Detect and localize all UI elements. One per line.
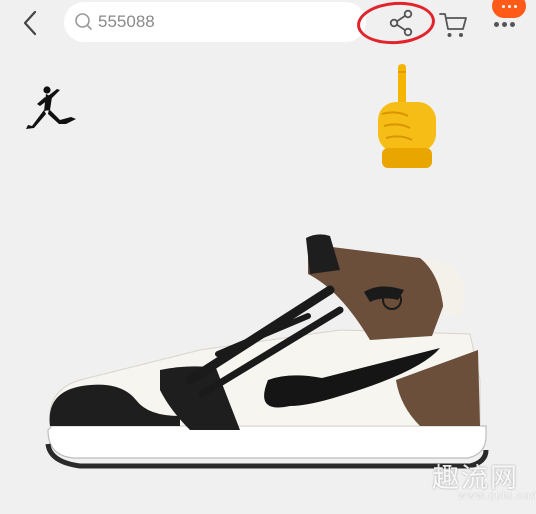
shopping-cart-icon — [439, 13, 467, 37]
pointing-down-hand — [378, 64, 436, 168]
cart-button[interactable] — [436, 10, 470, 40]
more-menu-button[interactable] — [488, 0, 528, 30]
search-icon — [75, 13, 92, 30]
share-highlight-circle — [355, 0, 437, 47]
chevron-left-icon — [23, 10, 37, 36]
notification-badge — [492, 0, 526, 18]
watermark-url: www.qulu.com — [458, 490, 536, 502]
search-bar[interactable] — [64, 2, 366, 42]
sneaker-image — [45, 234, 489, 469]
jumpman-logo — [26, 86, 76, 129]
back-button[interactable] — [16, 8, 46, 38]
search-input[interactable] — [98, 12, 338, 32]
top-navigation-bar — [0, 0, 536, 48]
